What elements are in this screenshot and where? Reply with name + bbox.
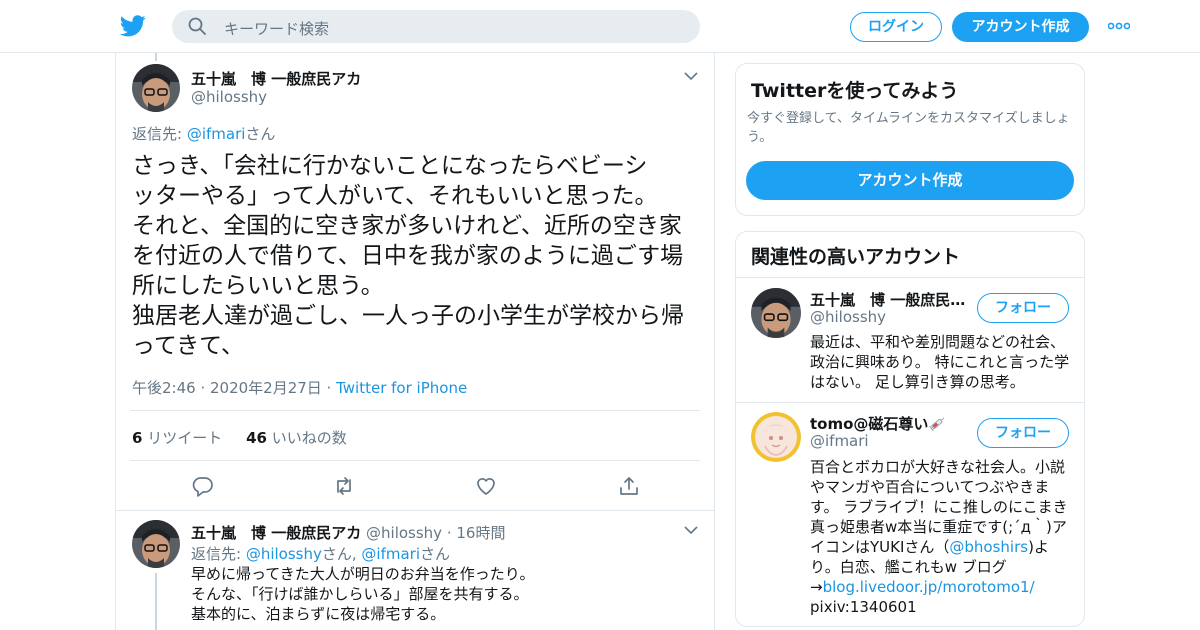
more-options-icon[interactable] (1108, 22, 1130, 30)
reply-icon[interactable] (192, 475, 214, 497)
tweet-timestamp: 午後2:46 · 2020年2月27日 · Twitter for iPhone (132, 377, 467, 398)
avatar[interactable] (751, 412, 801, 462)
bio-line: →blog.livedoor.jp/morotomo1/ (810, 577, 1068, 597)
bio-line: 真っ姫患者w本当に重症です(;´д｀)ア (810, 518, 1067, 536)
reply-mention-link[interactable]: @hilosshy (246, 545, 322, 563)
divider (116, 510, 714, 511)
search-placeholder: キーワード検索 (224, 20, 330, 38)
tweet-text-line: そんな、「行けば誰かしらいる」部屋を共有する。 (191, 585, 529, 603)
account-handle[interactable]: @hilosshy (810, 308, 886, 326)
tweet-text-line: さっき、「会社に行かないことになったらベビーシ (132, 153, 648, 179)
bio-text: )よ (1028, 538, 1049, 556)
tweet-stats: 6 リツイート 46 いいねの数 (132, 427, 347, 448)
avatar[interactable] (132, 64, 180, 112)
chevron-down-icon[interactable] (684, 525, 698, 535)
bio-line: す。 ラブライブ！にこ推しのにこまき (810, 498, 1068, 516)
bio-line: やマンガや百合についてつぶやきま (810, 478, 1050, 496)
syringe-emoji-icon (929, 417, 945, 432)
bio-url-link[interactable]: blog.livedoor.jp/morotomo1/ (823, 578, 1035, 596)
related-accounts-card: 関連性の高いアカウント 五十嵐 博 一般庶民… @hilosshy フォロー 最… (735, 231, 1085, 627)
reply-to: 返信先: @hilosshyさん, @ifmariさん (191, 543, 450, 564)
top-nav: キーワード検索 ログイン アカウント作成 (0, 0, 1200, 53)
tweet-source-link[interactable]: Twitter for iPhone (336, 379, 467, 397)
like-count: 46 (246, 429, 267, 447)
chevron-down-icon[interactable] (684, 71, 698, 81)
tweet-text-line: を付近の人で借りて、日中を我が家のように過ごす場 (132, 243, 684, 269)
account-name-text: tomo@磁石尊い (810, 415, 929, 433)
reply-suffix: さん (420, 545, 451, 563)
thread-connector (155, 53, 157, 61)
bio-line: pixiv:1340601 (810, 598, 917, 616)
bio-line: イコンはYUKIさん（@bhoshirs)よ (810, 537, 1068, 557)
tweet-text-line: 独居老人達が過ごし、一人っ子の小学生が学校から帰 (132, 303, 684, 329)
bio-line: 政治に興味あり。 特にこれと言った学 (810, 353, 1070, 371)
separator-dot: · (442, 524, 457, 542)
like-heart-icon[interactable] (475, 475, 497, 497)
retweet-stat[interactable]: 6 リツイート (132, 429, 222, 447)
login-button[interactable]: ログイン (850, 12, 942, 42)
bio-line: はない。 足し算引き算の思考。 (810, 373, 1025, 391)
avatar[interactable] (132, 520, 180, 568)
divider (736, 402, 1084, 403)
tweet-text-line: 基本的に、泊まらずに夜は帰宅する。 (191, 605, 446, 623)
like-label: いいねの数 (266, 429, 347, 447)
reply-suffix: さん (245, 125, 276, 143)
reply-mention-link[interactable]: @ifmari (361, 545, 420, 563)
bio-line: 百合とボカロが大好きな社会人。小説 (810, 458, 1066, 476)
bio-text: イコンはYUKIさん（ (810, 538, 950, 556)
tweet-time[interactable]: 午後2:46 · 2020年2月27日 · (132, 379, 336, 397)
bio-line: 最近は、平和や差別問題などの社会、 (810, 333, 1066, 351)
signup-card-title: Twitterを使ってみよう (751, 80, 959, 102)
reply-mid: さん, (321, 545, 362, 563)
author-name[interactable]: 五十嵐 博 一般庶民アカ (191, 68, 361, 89)
signup-card: Twitterを使ってみよう 今すぐ登録して、タイムラインをカスタマイズしましょ… (735, 63, 1085, 216)
related-accounts-title: 関連性の高いアカウント (751, 246, 961, 268)
signup-button[interactable]: アカウント作成 (952, 12, 1089, 42)
follow-button[interactable]: フォロー (977, 293, 1069, 323)
account-bio: 百合とボカロが大好きな社会人。小説 やマンガや百合についてつぶやきま す。 ラブ… (810, 457, 1068, 617)
bio-line: り。白恋、艦これもw ブログ (810, 558, 1007, 576)
account-name[interactable]: 五十嵐 博 一般庶民… (810, 289, 965, 310)
tweet-text-line: 早めに帰ってきた大人が明日のお弁当を作ったり。 (191, 565, 535, 583)
author-handle[interactable]: @hilosshy (191, 88, 267, 106)
reply-tweet-text: 早めに帰ってきた大人が明日のお弁当を作ったり。 そんな、「行けば誰かしらいる」部… (191, 564, 535, 624)
account-name[interactable]: tomo@磁石尊い (810, 413, 947, 434)
follow-button[interactable]: フォロー (977, 418, 1069, 448)
reply-time[interactable]: 16時間 (456, 524, 505, 542)
account-bio: 最近は、平和や差別問題などの社会、 政治に興味あり。 特にこれと言った学 はない… (810, 332, 1069, 392)
reply-author-name[interactable]: 五十嵐 博 一般庶民アカ (191, 524, 361, 542)
retweet-count: 6 (132, 429, 143, 447)
tweet-text: さっき、「会社に行かないことになったらベビーシ ッターやる」って人がいて、それも… (132, 151, 704, 361)
retweet-label: リツイート (142, 429, 223, 447)
reply-header: 五十嵐 博 一般庶民アカ @hilosshy · 16時間 (191, 522, 505, 543)
reply-mention-link[interactable]: @ifmari (187, 125, 246, 143)
reply-to: 返信先: @ifmariさん (132, 123, 275, 144)
reply-prefix: 返信先: (191, 545, 246, 563)
tweet-text-line: ッターやる」って人がいて、それもいいと思った。 (132, 183, 658, 209)
reply-prefix: 返信先: (132, 125, 187, 143)
share-icon[interactable] (618, 475, 640, 497)
divider (130, 410, 700, 411)
thread-connector (155, 573, 157, 630)
reply-author-handle[interactable]: @hilosshy (366, 524, 442, 542)
tweet-thread: 五十嵐 博 一般庶民アカ @hilosshy 返信先: @ifmariさん さっ… (115, 53, 715, 630)
retweet-icon[interactable] (333, 475, 355, 497)
tweet-text-line: 所にしたらいいと思う。 (132, 273, 384, 299)
like-stat[interactable]: 46 いいねの数 (246, 429, 347, 447)
twitter-bird-icon[interactable] (120, 14, 146, 38)
signup-card-button[interactable]: アカウント作成 (746, 161, 1074, 200)
bio-mention-link[interactable]: @bhoshirs (949, 538, 1028, 556)
signup-card-subtitle: 今すぐ登録して、タイムラインをカスタマイズしましょう。 (747, 111, 1070, 145)
divider (130, 460, 700, 461)
search-input[interactable]: キーワード検索 (172, 10, 700, 43)
tweet-text-line: ってきて、 (132, 333, 245, 359)
avatar[interactable] (751, 288, 801, 338)
search-icon (188, 17, 206, 35)
bio-arrow: → (810, 578, 823, 596)
tweet-text-line: それと、全国的に空き家が多いけれど、近所の空き家 (132, 213, 682, 239)
divider (736, 277, 1084, 278)
account-handle[interactable]: @ifmari (810, 432, 869, 450)
